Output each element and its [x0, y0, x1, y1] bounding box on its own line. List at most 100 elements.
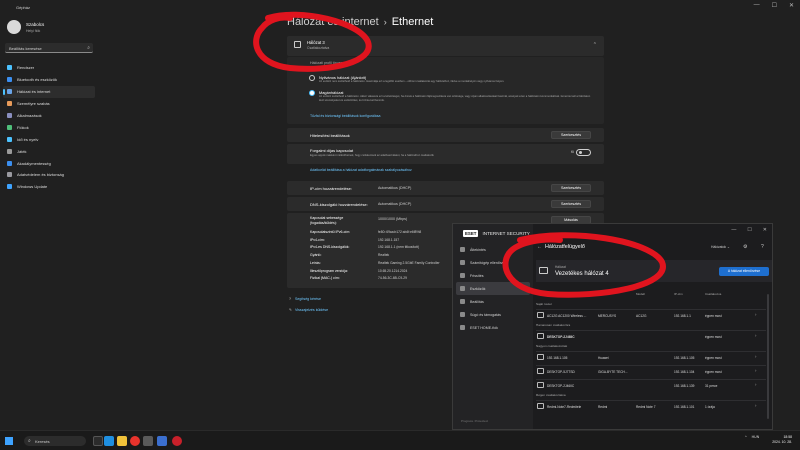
help-icon[interactable]: ?: [761, 244, 764, 250]
eset-nav-icon: [460, 247, 465, 252]
eset-logo: ESET INTERNET SECURITY: [463, 230, 530, 237]
minimize-icon[interactable]: —: [754, 2, 760, 9]
feedback-link[interactable]: ✎ Visszajelzés küldése: [289, 308, 328, 312]
device-icon: [537, 403, 544, 409]
chevron-right-icon[interactable]: ›: [755, 382, 756, 387]
data-limit-link[interactable]: Adatkorlát beállítása a hálózat adatforg…: [310, 168, 412, 172]
device-model: Redmi Note 7: [636, 405, 656, 409]
public-network-radio[interactable]: [309, 75, 315, 81]
eset-nav-label: Beállítás: [470, 299, 484, 304]
task-view-icon[interactable]: [93, 436, 103, 446]
chevron-up-icon[interactable]: ⌃: [593, 42, 597, 48]
recording-app-icon[interactable]: [172, 436, 182, 446]
sidebar-item-icon: [7, 113, 12, 118]
sidebar-item-2[interactable]: Hálózat és internet: [3, 85, 95, 98]
device-row[interactable]: DESKTOP-2J46IIC 192.168.1.139 31 perce ›: [536, 379, 766, 390]
sidebar-item-label: Bluetooth és eszközök: [17, 77, 58, 83]
scan-network-button[interactable]: A hálózat ellenőrzése: [719, 267, 769, 276]
settings-search-input[interactable]: Beállítás keresése ⌕: [5, 43, 93, 53]
column-header-connected[interactable]: Csatlakozva: [705, 292, 721, 296]
feedback-label: Visszajelzés küldése: [295, 308, 329, 312]
sidebar-item-10[interactable]: Windows Update: [3, 181, 95, 193]
chevron-right-icon[interactable]: ›: [755, 354, 756, 359]
metered-toggle[interactable]: [576, 148, 591, 156]
chevron-right-icon[interactable]: ›: [755, 333, 756, 338]
scrollbar[interactable]: [767, 294, 769, 419]
edge-icon[interactable]: [104, 436, 114, 446]
device-row[interactable]: DESKTOP-2J46IIC éppen most ›: [536, 330, 766, 341]
eset-product-name: INTERNET SECURITY: [482, 231, 530, 236]
breadcrumb-parent[interactable]: Hálózat és internet: [287, 16, 379, 28]
eset-nav-item-2[interactable]: Frissítés: [456, 269, 530, 282]
taskbar-search[interactable]: ⌕ Keresés: [24, 436, 86, 446]
device-icon: [537, 312, 544, 318]
eset-nav-label: ESET HOME-fiók: [470, 325, 498, 330]
clock[interactable]: 18:58 2024. 10. 28.: [772, 435, 792, 445]
column-header-name[interactable]: Név: [538, 292, 543, 296]
property-key: IPv4-es DNS-kiszolgálók:: [310, 245, 350, 250]
device-row[interactable]: Redmi-Note7-Redmitele Redmi Redmi Note 7 19…: [536, 400, 766, 411]
device-row[interactable]: DESKTOP-5J7TSD GIGA-BYTE TECH... 192.168.1…: [536, 365, 766, 376]
chevron-right-icon[interactable]: ›: [755, 403, 756, 408]
eset-nav-item-4[interactable]: Beállítás: [456, 295, 530, 308]
back-arrow-icon[interactable]: ←: [537, 244, 542, 250]
eset-nav-item-6[interactable]: ESET HOME-fiók: [456, 321, 530, 334]
get-help-link[interactable]: ? Segítség kérése: [289, 297, 321, 301]
column-header-ip[interactable]: IP-cím: [674, 292, 683, 296]
close-icon[interactable]: ✕: [789, 2, 794, 9]
network-profile-section: Hálózati profil típusa Nyilvános hálózat…: [287, 57, 604, 124]
eset-nav-item-3[interactable]: Eszközök: [456, 282, 530, 295]
column-header-model[interactable]: Modell: [636, 292, 645, 296]
maximize-icon[interactable]: ☐: [772, 2, 777, 9]
firewall-settings-link[interactable]: Tűzfal és biztonsági beállítások konfigu…: [310, 114, 380, 118]
network-card[interactable]: Hálózat 3 Csatlakoztatva ⌃: [287, 36, 604, 56]
eset-nav-item-5[interactable]: Súgó és támogatás: [456, 308, 530, 321]
sidebar-item-8[interactable]: Akadálymentesség: [3, 157, 95, 169]
sidebar-item-3[interactable]: Személyre szabás: [3, 98, 95, 110]
app-icon[interactable]: [143, 436, 153, 446]
private-network-radio[interactable]: [309, 90, 315, 96]
eset-sidebar: ESET INTERNET SECURITY Áttekintés Számító…: [453, 224, 533, 429]
metered-label: Forgalmi díjas kapcsolat: [310, 148, 354, 153]
clock-date: 2024. 10. 28.: [772, 440, 792, 444]
settings-app-icon[interactable]: [157, 436, 167, 446]
ip-edit-button[interactable]: Szerkesztés: [551, 184, 591, 192]
current-network-card: Hálózat Vezetékes hálózat 4 A hálózat el…: [536, 260, 772, 282]
auth-edit-button[interactable]: Szerkesztés: [551, 131, 591, 139]
language-indicator[interactable]: HUN: [752, 435, 760, 439]
sidebar-item-1[interactable]: Bluetooth és eszközök: [3, 74, 95, 86]
networks-filter-dropdown[interactable]: Hálózatok ⌄: [711, 245, 730, 249]
device-ip: 192.168.1.139: [674, 384, 695, 388]
eset-nav-item-1[interactable]: Számítógép ellenőrzése: [456, 256, 530, 269]
avatar[interactable]: [7, 20, 21, 34]
device-row[interactable]: 192.168.1.105 Huawei 192.168.1.105 éppen mo…: [536, 351, 766, 362]
ip-assignment-value: Automatikus (DHCP): [378, 186, 412, 190]
sidebar-item-label: Rendszer: [17, 65, 35, 71]
sidebar-item-9[interactable]: Adatvédelem és biztonság: [3, 169, 95, 181]
device-ip: 192.168.1.105: [674, 356, 695, 360]
device-name: Redmi-Note7-Redmitele: [547, 405, 582, 409]
tray-overflow-icon[interactable]: ^: [745, 435, 747, 439]
chevron-right-icon[interactable]: ›: [755, 312, 756, 317]
device-last-seen: 1 órája: [705, 405, 715, 409]
eset-nav-label: Frissítés: [470, 273, 484, 278]
file-explorer-icon[interactable]: [117, 436, 127, 446]
sidebar-item-0[interactable]: Rendszer: [3, 62, 95, 74]
chevron-right-icon[interactable]: ›: [755, 368, 756, 373]
sidebar-item-5[interactable]: Fiókok: [3, 121, 95, 133]
device-row[interactable]: AC12G AC1200 Wireless ... MERCUSYS AC12G 19…: [536, 309, 766, 320]
sidebar-item-6[interactable]: Idő és nyelv: [3, 133, 95, 145]
column-header-vendor[interactable]: Gyártó: [598, 292, 607, 296]
device-vendor: Huawei: [598, 356, 609, 360]
gear-icon[interactable]: ⚙: [743, 244, 747, 250]
opera-icon[interactable]: [130, 436, 140, 446]
dns-edit-button[interactable]: Szerkesztés: [551, 200, 591, 208]
windows-start-icon[interactable]: [5, 437, 13, 445]
sidebar-item-label: Alkalmazások: [17, 113, 42, 118]
sidebar-item-label: Személyre szabás: [17, 101, 50, 107]
sidebar-item-7[interactable]: Játék: [3, 145, 95, 157]
search-placeholder: Beállítás keresése: [9, 46, 42, 51]
sidebar-item-4[interactable]: Alkalmazások: [3, 110, 95, 122]
chevron-right-icon: ›: [383, 17, 387, 27]
eset-nav-item-0[interactable]: Áttekintés: [456, 243, 530, 256]
